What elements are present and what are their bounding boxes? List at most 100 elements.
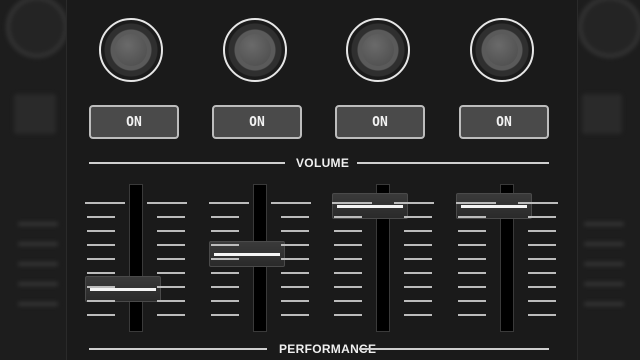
fader-scale-tick [211, 244, 239, 246]
fader-scale-tick [458, 216, 486, 218]
mixer-panel: ON ON ON ON VOLUME PERFORMANCE [66, 0, 578, 360]
fader-scale-tick [334, 244, 362, 246]
volume-divider-left [89, 162, 285, 164]
channel-1-knob-icon[interactable] [99, 18, 163, 82]
performance-divider-right [359, 348, 549, 350]
blurred-tick [18, 222, 58, 226]
fader-scale-tick [528, 286, 556, 288]
fader-scale-tick [87, 314, 115, 316]
fader-scale-tick [211, 314, 239, 316]
fader-scale-tick [87, 216, 115, 218]
fader-scale-tick [209, 202, 249, 204]
fader-scale-tick [211, 216, 239, 218]
channel-1-on-button[interactable]: ON [89, 105, 179, 139]
fader-scale-tick [518, 202, 558, 204]
blurred-button [14, 94, 56, 134]
channel-3-on-button[interactable]: ON [335, 105, 425, 139]
fader-scale-tick [85, 202, 125, 204]
fader-scale-tick [87, 286, 115, 288]
fader-scale-tick [528, 314, 556, 316]
blurred-tick [584, 282, 624, 286]
fader-scale-tick [404, 286, 432, 288]
fader-scale-tick [394, 202, 434, 204]
performance-divider-left [89, 348, 267, 350]
fader-scale-tick [157, 300, 185, 302]
fader-scale-tick [157, 258, 185, 260]
blurred-knob [578, 0, 640, 58]
fader-scale-tick [404, 300, 432, 302]
fader-handle[interactable] [85, 276, 161, 303]
fader-scale-tick [281, 258, 309, 260]
channel-2-fader[interactable] [205, 180, 315, 335]
fader-scale-tick [87, 300, 115, 302]
channel-4-fader[interactable] [452, 180, 562, 335]
volume-section-label: VOLUME [296, 156, 350, 170]
fader-scale-tick [281, 272, 309, 274]
channel-2-knob-icon[interactable] [223, 18, 287, 82]
fader-scale-tick [157, 230, 185, 232]
channel-1-fader[interactable] [81, 180, 191, 335]
blurred-knob [6, 0, 68, 58]
blurred-tick [18, 242, 58, 246]
channel-4-on-button[interactable]: ON [459, 105, 549, 139]
fader-scale-tick [87, 258, 115, 260]
blurred-button [582, 94, 622, 134]
fader-scale-tick [271, 202, 311, 204]
channel-4-knob-icon[interactable] [470, 18, 534, 82]
blurred-tick [18, 282, 58, 286]
fader-scale-tick [458, 258, 486, 260]
fader-scale-tick [458, 272, 486, 274]
fader-scale-tick [456, 202, 496, 204]
volume-divider-right [357, 162, 549, 164]
fader-scale-tick [332, 202, 372, 204]
blurred-tick [584, 302, 624, 306]
background-right [576, 0, 640, 360]
fader-scale-tick [87, 230, 115, 232]
fader-scale-tick [281, 216, 309, 218]
fader-scale-tick [458, 244, 486, 246]
background-left [0, 0, 68, 360]
blurred-tick [584, 242, 624, 246]
fader-scale-tick [404, 244, 432, 246]
fader-track [129, 184, 143, 332]
fader-scale-tick [334, 300, 362, 302]
fader-scale-tick [281, 300, 309, 302]
fader-scale-tick [528, 300, 556, 302]
fader-scale-tick [157, 286, 185, 288]
fader-scale-tick [404, 230, 432, 232]
fader-scale-tick [157, 314, 185, 316]
fader-scale-tick [334, 230, 362, 232]
fader-scale-tick [404, 314, 432, 316]
fader-scale-tick [147, 202, 187, 204]
fader-scale-tick [281, 244, 309, 246]
fader-scale-tick [334, 216, 362, 218]
blurred-tick [18, 302, 58, 306]
fader-scale-tick [211, 300, 239, 302]
fader-scale-tick [87, 244, 115, 246]
fader-scale-tick [528, 216, 556, 218]
fader-scale-tick [458, 286, 486, 288]
channel-3-knob-icon[interactable] [346, 18, 410, 82]
fader-scale-tick [87, 272, 115, 274]
fader-scale-tick [211, 230, 239, 232]
channel-3-fader[interactable] [328, 180, 438, 335]
fader-scale-tick [211, 272, 239, 274]
blurred-tick [584, 262, 624, 266]
fader-scale-tick [528, 230, 556, 232]
fader-scale-tick [334, 286, 362, 288]
fader-scale-tick [528, 258, 556, 260]
fader-scale-tick [334, 314, 362, 316]
fader-scale-tick [281, 314, 309, 316]
fader-scale-tick [157, 216, 185, 218]
fader-scale-tick [211, 258, 239, 260]
fader-scale-tick [404, 258, 432, 260]
fader-scale-tick [334, 272, 362, 274]
fader-scale-tick [281, 286, 309, 288]
fader-scale-tick [334, 258, 362, 260]
fader-scale-tick [157, 244, 185, 246]
fader-scale-tick [528, 244, 556, 246]
fader-scale-tick [211, 286, 239, 288]
fader-scale-tick [458, 300, 486, 302]
fader-scale-tick [528, 272, 556, 274]
channel-2-on-button[interactable]: ON [212, 105, 302, 139]
